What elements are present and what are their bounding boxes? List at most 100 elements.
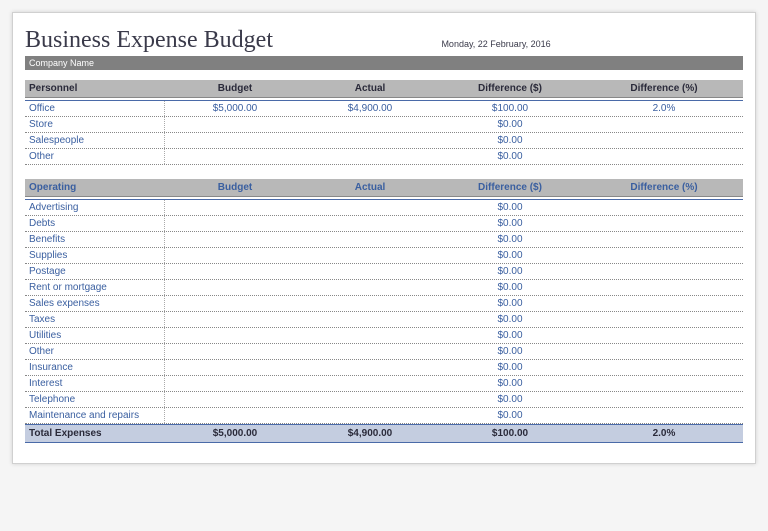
table-row[interactable]: Insurance $0.00 xyxy=(25,360,743,376)
cell-pct[interactable] xyxy=(585,344,743,359)
cell-budget[interactable] xyxy=(165,133,305,148)
cell-pct[interactable] xyxy=(585,376,743,391)
cell-actual[interactable] xyxy=(305,200,435,215)
cell-diff[interactable]: $0.00 xyxy=(435,264,585,279)
table-row[interactable]: Rent or mortgage$0.00 xyxy=(25,280,743,296)
cell-pct[interactable] xyxy=(585,312,743,327)
table-row[interactable]: Store$0.00 xyxy=(25,117,743,133)
cell-budget[interactable] xyxy=(165,200,305,215)
cell-diff[interactable]: $0.00 xyxy=(435,376,585,391)
cell-budget[interactable] xyxy=(165,149,305,164)
cell-actual[interactable] xyxy=(305,280,435,295)
cell-pct[interactable] xyxy=(585,149,743,164)
cell-budget[interactable] xyxy=(165,312,305,327)
row-label[interactable]: Other xyxy=(25,344,165,359)
row-label[interactable]: Salespeople xyxy=(25,133,165,148)
table-row[interactable]: Taxes$0.00 xyxy=(25,312,743,328)
row-label[interactable]: Office xyxy=(25,101,165,116)
row-label[interactable]: Insurance xyxy=(25,360,165,375)
row-label[interactable]: Interest xyxy=(25,376,165,391)
row-label[interactable]: Benefits xyxy=(25,232,165,247)
cell-budget[interactable] xyxy=(165,408,305,423)
row-label[interactable]: Debts xyxy=(25,216,165,231)
cell-actual[interactable] xyxy=(305,133,435,148)
row-label[interactable]: Store xyxy=(25,117,165,132)
cell-budget[interactable] xyxy=(165,392,305,407)
cell-diff[interactable]: $0.00 xyxy=(435,328,585,343)
cell-pct[interactable] xyxy=(585,408,743,423)
cell-pct[interactable] xyxy=(585,117,743,132)
cell-diff[interactable]: $0.00 xyxy=(435,312,585,327)
table-row[interactable]: Other $0.00 xyxy=(25,344,743,360)
row-label[interactable]: Maintenance and repairs xyxy=(25,408,165,423)
row-label[interactable]: Telephone xyxy=(25,392,165,407)
cell-diff[interactable]: $0.00 xyxy=(435,408,585,423)
table-row[interactable]: Telephone $0.00 xyxy=(25,392,743,408)
cell-budget[interactable] xyxy=(165,344,305,359)
cell-pct[interactable] xyxy=(585,216,743,231)
table-row[interactable]: Benefits $0.00 xyxy=(25,232,743,248)
cell-pct[interactable] xyxy=(585,280,743,295)
cell-pct[interactable] xyxy=(585,232,743,247)
cell-budget[interactable] xyxy=(165,280,305,295)
cell-budget[interactable] xyxy=(165,376,305,391)
cell-actual[interactable] xyxy=(305,376,435,391)
cell-pct[interactable]: 2.0% xyxy=(585,101,743,116)
cell-diff[interactable]: $0.00 xyxy=(435,296,585,311)
cell-budget[interactable] xyxy=(165,360,305,375)
cell-budget[interactable] xyxy=(165,216,305,231)
cell-actual[interactable] xyxy=(305,392,435,407)
cell-diff[interactable]: $0.00 xyxy=(435,392,585,407)
cell-actual[interactable] xyxy=(305,117,435,132)
table-row[interactable]: Utilities $0.00 xyxy=(25,328,743,344)
cell-diff[interactable]: $0.00 xyxy=(435,248,585,263)
cell-actual[interactable] xyxy=(305,149,435,164)
row-label[interactable]: Utilities xyxy=(25,328,165,343)
cell-diff[interactable]: $100.00 xyxy=(435,101,585,116)
row-label[interactable]: Other xyxy=(25,149,165,164)
row-label[interactable]: Rent or mortgage xyxy=(25,280,165,295)
table-row[interactable]: Maintenance and repairs $0.00 xyxy=(25,408,743,424)
cell-actual[interactable] xyxy=(305,232,435,247)
table-row[interactable]: Debts $0.00 xyxy=(25,216,743,232)
cell-actual[interactable]: $4,900.00 xyxy=(305,101,435,116)
cell-diff[interactable]: $0.00 xyxy=(435,149,585,164)
cell-actual[interactable] xyxy=(305,360,435,375)
cell-diff[interactable]: $0.00 xyxy=(435,133,585,148)
cell-pct[interactable] xyxy=(585,392,743,407)
cell-actual[interactable] xyxy=(305,296,435,311)
cell-actual[interactable] xyxy=(305,344,435,359)
table-row[interactable]: Interest $0.00 xyxy=(25,376,743,392)
cell-diff[interactable]: $0.00 xyxy=(435,216,585,231)
cell-pct[interactable] xyxy=(585,296,743,311)
table-row[interactable]: Advertising$0.00 xyxy=(25,200,743,216)
cell-pct[interactable] xyxy=(585,328,743,343)
table-row[interactable]: Other $0.00 xyxy=(25,149,743,165)
cell-actual[interactable] xyxy=(305,248,435,263)
cell-pct[interactable] xyxy=(585,200,743,215)
cell-budget[interactable] xyxy=(165,117,305,132)
cell-actual[interactable] xyxy=(305,408,435,423)
cell-actual[interactable] xyxy=(305,264,435,279)
table-row[interactable]: Postage $0.00 xyxy=(25,264,743,280)
cell-pct[interactable] xyxy=(585,248,743,263)
cell-diff[interactable]: $0.00 xyxy=(435,200,585,215)
cell-budget[interactable]: $5,000.00 xyxy=(165,101,305,116)
row-label[interactable]: Sales expenses xyxy=(25,296,165,311)
cell-actual[interactable] xyxy=(305,312,435,327)
table-row[interactable]: Salespeople $0.00 xyxy=(25,133,743,149)
cell-budget[interactable] xyxy=(165,264,305,279)
cell-diff[interactable]: $0.00 xyxy=(435,360,585,375)
cell-budget[interactable] xyxy=(165,232,305,247)
cell-pct[interactable] xyxy=(585,133,743,148)
cell-pct[interactable] xyxy=(585,360,743,375)
cell-diff[interactable]: $0.00 xyxy=(435,344,585,359)
cell-diff[interactable]: $0.00 xyxy=(435,232,585,247)
row-label[interactable]: Postage xyxy=(25,264,165,279)
table-row[interactable]: Sales expenses $0.00 xyxy=(25,296,743,312)
cell-budget[interactable] xyxy=(165,248,305,263)
cell-actual[interactable] xyxy=(305,216,435,231)
cell-actual[interactable] xyxy=(305,328,435,343)
cell-budget[interactable] xyxy=(165,328,305,343)
cell-budget[interactable] xyxy=(165,296,305,311)
